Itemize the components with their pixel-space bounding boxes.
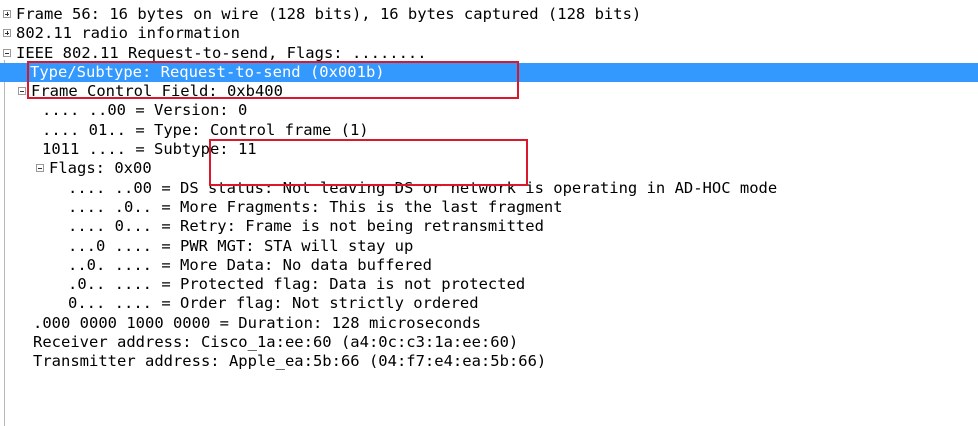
tree-row-more-data[interactable]: ..0. .... = More Data: No data buffered [0, 256, 978, 275]
type-subtype-label: Type/Subtype: Request-to-send (0x001b) [30, 62, 385, 81]
pwr-mgt-label: ...0 .... = PWR MGT: STA will stay up [68, 236, 414, 255]
tree-row-type-subtype[interactable]: Type/Subtype: Request-to-send (0x001b) [0, 62, 978, 83]
type-value: Type: Control frame (1) [153, 120, 369, 139]
packet-details-tree: Frame 56: 16 bytes on wire (128 bits), 1… [0, 5, 978, 372]
tree-row-type[interactable]: .... 01.. = Type: Control frame (1) [0, 121, 978, 140]
tree-row-frame[interactable]: Frame 56: 16 bytes on wire (128 bits), 1… [0, 5, 978, 24]
tree-row-protected[interactable]: .0.. .... = Protected flag: Data is not … [0, 275, 978, 294]
expand-icon[interactable] [3, 29, 11, 38]
tree-row-ieee80211[interactable]: IEEE 802.11 Request-to-send, Flags: ....… [0, 44, 978, 63]
radio-label: 802.11 radio information [16, 24, 240, 43]
receiver-address-label: Receiver address: Cisco_1a:ee:60 (a4:0c:… [33, 333, 519, 352]
tree-row-flags[interactable]: Flags: 0x00 [0, 159, 978, 178]
transmitter-address-label: Transmitter address: Apple_ea:5b:66 (04:… [33, 352, 547, 371]
tree-row-retry[interactable]: .... 0... = Retry: Frame is not being re… [0, 217, 978, 236]
expand-icon[interactable] [3, 10, 11, 18]
tree-row-pwr-mgt[interactable]: ...0 .... = PWR MGT: STA will stay up [0, 237, 978, 256]
tree-row-transmitter[interactable]: Transmitter address: Apple_ea:5b:66 (04:… [0, 352, 978, 371]
tree-row-duration[interactable]: .000 0000 1000 0000 = Duration: 128 micr… [0, 314, 978, 333]
collapse-icon[interactable] [36, 164, 44, 173]
flags-label: Flags: 0x00 [49, 159, 152, 178]
fcf-label: Frame Control Field: 0xb400 [31, 82, 283, 101]
collapse-icon[interactable] [18, 87, 26, 96]
tree-row-version[interactable]: .... ..00 = Version: 0 [0, 101, 978, 120]
collapse-icon[interactable] [3, 48, 11, 57]
tree-row-frame-control[interactable]: Frame Control Field: 0xb400 [0, 82, 978, 101]
tree-row-radio[interactable]: 802.11 radio information [0, 24, 978, 43]
type-bits: .... 01.. = [42, 120, 154, 139]
tree-row-more-fragments[interactable]: .... .0.. = More Fragments: This is the … [0, 198, 978, 217]
tree-row-subtype[interactable]: 1011 .... = Subtype: 11 [0, 140, 978, 159]
ieee-label: IEEE 802.11 Request-to-send, Flags: ....… [16, 43, 427, 62]
protected-flag-label: .0.. .... = Protected flag: Data is not … [68, 275, 526, 294]
duration-label: .000 0000 1000 0000 = Duration: 128 micr… [33, 313, 481, 332]
tree-row-order[interactable]: 0... .... = Order flag: Not strictly ord… [0, 294, 978, 313]
more-data-label: ..0. .... = More Data: No data buffered [68, 255, 432, 274]
more-fragments-label: .... .0.. = More Fragments: This is the … [68, 197, 563, 216]
order-flag-label: 0... .... = Order flag: Not strictly ord… [68, 294, 479, 313]
ds-status-label: .... ..00 = DS status: Not leaving DS or… [68, 178, 778, 197]
tree-row-ds-status[interactable]: .... ..00 = DS status: Not leaving DS or… [0, 179, 978, 198]
retry-label: .... 0... = Retry: Frame is not being re… [68, 217, 544, 236]
version-label: .... ..00 = Version: 0 [42, 101, 248, 120]
subtype-bits: 1011 .... = [42, 140, 154, 159]
frame-label: Frame 56: 16 bytes on wire (128 bits), 1… [16, 5, 642, 23]
tree-row-receiver[interactable]: Receiver address: Cisco_1a:ee:60 (a4:0c:… [0, 333, 978, 352]
subtype-field: 1011 .... = Subtype: 11 [42, 140, 257, 159]
subtype-value: Subtype: 11 [153, 140, 257, 159]
type-field: .... 01.. = Type: Control frame (1) [42, 121, 369, 140]
